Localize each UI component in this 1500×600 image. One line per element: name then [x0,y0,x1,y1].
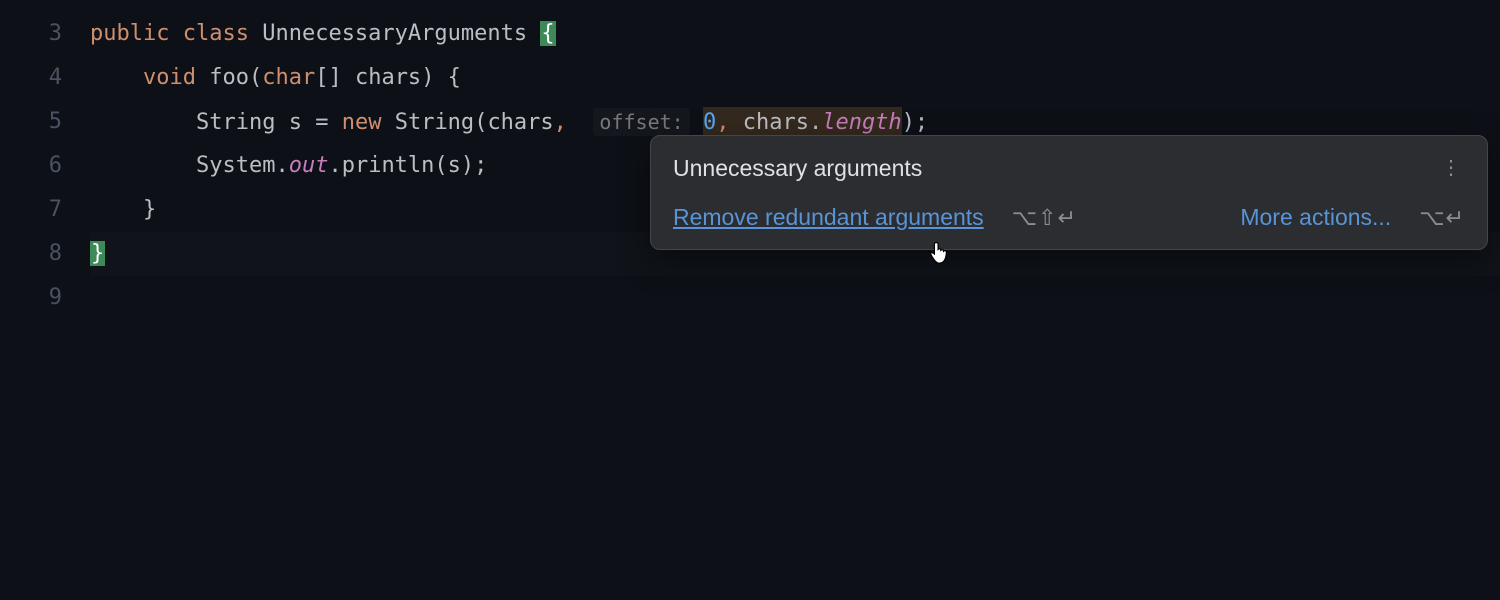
code-line[interactable] [90,276,1500,320]
line-number: 4 [0,56,62,100]
keyword-char: char [262,65,315,90]
var-name: s [289,110,302,135]
class-name: UnnecessaryArguments [262,21,527,46]
popup-actions-row: Remove redundant arguments ⌥⇧↵ More acti… [673,204,1465,231]
arg-chars: chars [487,110,553,135]
line-number: 7 [0,188,62,232]
quickfix-shortcut: ⌥⇧↵ [1012,205,1077,231]
inlay-hint-offset: offset: [593,108,689,136]
brace-close: } [90,241,105,266]
class-system: System [196,153,275,178]
brace-close: } [143,197,156,222]
line-number: 9 [0,276,62,320]
line-number: 6 [0,144,62,188]
keyword-new: new [342,110,382,135]
inspection-popup: Unnecessary arguments ⋮ Remove redundant… [650,135,1488,250]
keyword-public: public [90,21,169,46]
code-line[interactable]: public class UnnecessaryArguments { [90,12,1500,56]
more-menu-icon[interactable]: ⋮ [1437,154,1465,182]
type-string: String [196,110,275,135]
more-actions-link[interactable]: More actions... [1240,204,1391,231]
field-length: length [822,110,901,135]
constructor-name: String [395,110,474,135]
line-number: 5 [0,100,62,144]
method-println: println [342,153,435,178]
popup-header: Unnecessary arguments ⋮ [673,154,1465,182]
line-number: 8 [0,232,62,276]
arg-chars: chars [743,110,809,135]
keyword-class: class [183,21,249,46]
param-name: chars [355,65,421,90]
code-editor: 3 4 5 6 7 8 9 public class UnnecessaryAr… [0,0,1500,600]
quickfix-link[interactable]: Remove redundant arguments [673,204,984,231]
code-area[interactable]: public class UnnecessaryArguments { void… [90,0,1500,600]
highlighted-args: 0, chars.length [703,107,902,138]
popup-title: Unnecessary arguments [673,155,922,182]
code-line[interactable]: void foo(char[] chars) { [90,56,1500,100]
keyword-void: void [143,65,196,90]
method-name: foo [209,65,249,90]
field-out: out [289,153,329,178]
literal-zero: 0 [703,110,716,135]
gutter: 3 4 5 6 7 8 9 [0,0,90,600]
brace-open: { [540,21,555,46]
more-actions-shortcut: ⌥↵ [1419,205,1465,231]
line-number: 3 [0,12,62,56]
